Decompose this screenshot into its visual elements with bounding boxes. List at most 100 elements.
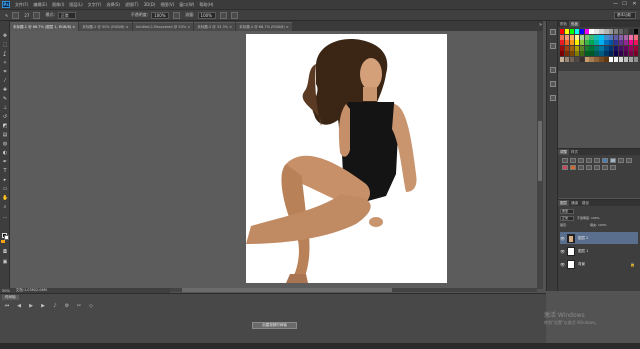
color-swatch[interactable]: [599, 29, 604, 35]
color-swatch[interactable]: [560, 29, 565, 35]
tabs-overflow-icon[interactable]: »: [539, 22, 542, 28]
hand-tool-icon[interactable]: ✋: [2, 195, 8, 201]
color-swatch[interactable]: [609, 56, 614, 62]
color-swatch[interactable]: [628, 34, 634, 40]
color-swatch[interactable]: [569, 45, 575, 51]
brightness-contrast-icon[interactable]: [562, 158, 568, 163]
color-swatch[interactable]: [628, 45, 634, 51]
selective-color-icon[interactable]: [610, 165, 616, 170]
layer-opacity[interactable]: 不透明度: 100%: [577, 216, 600, 220]
eyedropper-tool-icon[interactable]: ⁄: [2, 78, 8, 84]
next-frame-icon[interactable]: ▶: [40, 304, 46, 309]
color-swatch[interactable]: [623, 29, 629, 35]
path-select-tool-icon[interactable]: ▸: [2, 177, 8, 183]
shape-tool-icon[interactable]: ▭: [2, 186, 8, 192]
move-tool-icon[interactable]: ✥: [2, 33, 8, 39]
color-balance-icon[interactable]: [610, 158, 616, 163]
color-swatch[interactable]: [609, 40, 614, 46]
color-swatch[interactable]: [623, 34, 629, 40]
color-swatch[interactable]: [604, 56, 609, 62]
menu-image[interactable]: 图像(I): [52, 2, 64, 8]
color-swatch[interactable]: [584, 51, 589, 57]
color-swatch[interactable]: [589, 40, 594, 46]
color-swatch[interactable]: [623, 56, 629, 62]
color-swatch[interactable]: [560, 51, 565, 57]
color-swatch[interactable]: [579, 34, 585, 40]
pen-tool-icon[interactable]: ✒: [2, 159, 8, 165]
color-swatch[interactable]: [589, 51, 594, 57]
color-swatch[interactable]: [613, 29, 619, 35]
tab-paths[interactable]: 路径: [580, 200, 591, 206]
color-swatch[interactable]: [569, 56, 575, 62]
airbrush-icon[interactable]: [219, 11, 227, 19]
visibility-eye-icon[interactable]: 👁: [560, 262, 565, 267]
flow-input[interactable]: 100%: [197, 11, 216, 19]
color-swatch[interactable]: [599, 45, 604, 51]
color-swatch[interactable]: [609, 51, 614, 57]
opacity-input[interactable]: 100%: [151, 11, 170, 19]
crop-tool-icon[interactable]: ⌗: [2, 69, 8, 75]
color-swatch[interactable]: [564, 29, 570, 35]
color-swatch[interactable]: [604, 29, 609, 35]
zoom-level[interactable]: 50%: [2, 289, 10, 293]
color-swatch[interactable]: [604, 51, 609, 57]
doc-tab-5[interactable]: 未标题-4 @ 66.7% (RGB/8) ×: [236, 22, 292, 31]
color-swatch[interactable]: [564, 56, 570, 62]
history-brush-tool-icon[interactable]: ↺: [2, 114, 8, 120]
color-swatch[interactable]: [633, 29, 638, 35]
split-icon[interactable]: ✂: [76, 304, 82, 309]
layer-row[interactable]: 👁 图层 2: [560, 232, 638, 244]
info-panel-icon[interactable]: [550, 95, 556, 101]
workspace-select[interactable]: 基本功能: [614, 12, 636, 19]
color-swatch[interactable]: [609, 45, 614, 51]
color-swatch[interactable]: [594, 40, 599, 46]
color-swatch[interactable]: [599, 34, 604, 40]
timeline-tab[interactable]: 时间轴: [2, 295, 19, 300]
tab-adjustments[interactable]: 调整: [558, 149, 569, 155]
marquee-tool-icon[interactable]: ⬚: [2, 42, 8, 48]
color-swatch[interactable]: [574, 51, 580, 57]
color-swatch[interactable]: [560, 40, 565, 46]
screen-mode-icon[interactable]: ▣: [2, 259, 8, 265]
vibrance-icon[interactable]: [594, 158, 600, 163]
vertical-scrollbar[interactable]: [537, 31, 543, 289]
menu-layer[interactable]: 图层(L): [69, 2, 82, 8]
menu-window[interactable]: 窗口(W): [179, 2, 194, 8]
color-swatch[interactable]: [623, 51, 629, 57]
tab-channels[interactable]: 通道: [569, 200, 580, 206]
doc-tab-4[interactable]: 未标题-3 @ 33.3% ×: [194, 22, 236, 31]
color-swatch[interactable]: [564, 40, 570, 46]
character-panel-icon[interactable]: [550, 67, 556, 73]
color-swatch[interactable]: [589, 34, 594, 40]
menu-view[interactable]: 视图(V): [160, 2, 174, 8]
color-swatch[interactable]: [564, 34, 570, 40]
layer-fill[interactable]: 填充: 100%: [590, 223, 607, 227]
color-swatch[interactable]: [613, 56, 619, 62]
horizontal-scroll-thumb[interactable]: [182, 288, 392, 292]
color-swatch[interactable]: [628, 29, 634, 35]
transition-icon[interactable]: ◇: [88, 304, 94, 309]
brush-size[interactable]: 27: [24, 13, 29, 18]
type-tool-icon[interactable]: T: [2, 168, 8, 174]
gradient-map-icon[interactable]: [602, 165, 608, 170]
color-swatch[interactable]: [604, 40, 609, 46]
color-swatch[interactable]: [574, 56, 580, 62]
color-swatch[interactable]: [613, 40, 619, 46]
document-canvas[interactable]: [246, 34, 447, 283]
properties-panel-icon[interactable]: [550, 43, 556, 49]
close-icon[interactable]: ✕: [631, 1, 638, 7]
eraser-tool-icon[interactable]: ◩: [2, 123, 8, 129]
levels-icon[interactable]: [570, 158, 576, 163]
gradient-tool-icon[interactable]: ▤: [2, 132, 8, 138]
history-panel-icon[interactable]: [550, 29, 556, 35]
color-swatch[interactable]: [604, 34, 609, 40]
layer-row[interactable]: 👁 图层 1: [560, 245, 638, 257]
color-swatch[interactable]: [623, 40, 629, 46]
color-swatch[interactable]: [579, 45, 585, 51]
previous-frame-icon[interactable]: ◀: [16, 304, 22, 309]
color-swatch[interactable]: [574, 40, 580, 46]
channel-mixer-icon[interactable]: [562, 165, 568, 170]
color-swatch[interactable]: [594, 51, 599, 57]
blend-mode-select[interactable]: 正常: [560, 215, 574, 221]
doc-tab-3[interactable]: Untitled-1-Recovered @ 50% ×: [132, 22, 194, 31]
